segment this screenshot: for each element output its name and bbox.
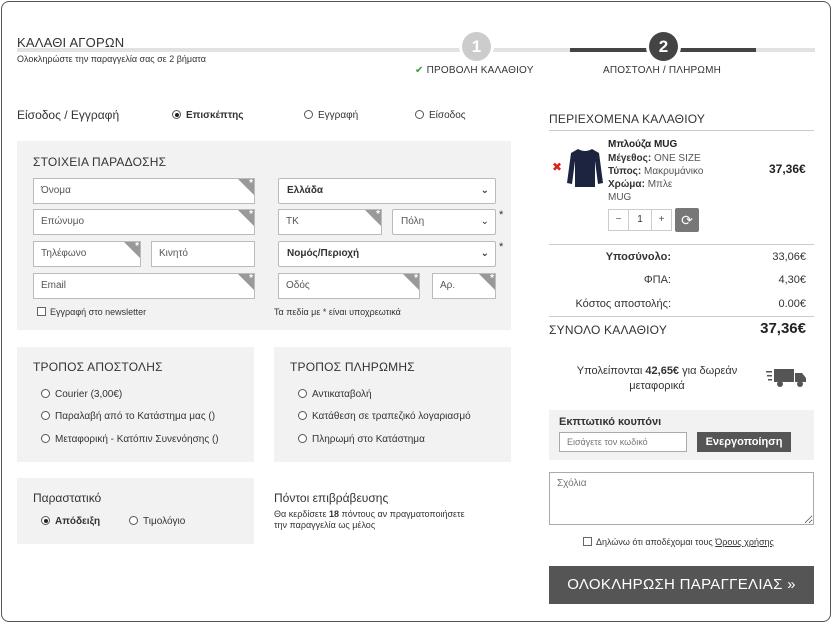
checkbox-icon	[37, 307, 46, 316]
country-select[interactable]: Ελλάδα ⌄	[278, 178, 496, 204]
radio-icon	[415, 110, 424, 119]
step-2-circle: 2	[649, 32, 678, 61]
page-subtitle: Ολοκληρώστε την παραγγελία σας σε 2 βήμα…	[17, 54, 206, 64]
delivery-truck-icon	[766, 369, 806, 387]
checkbox-icon	[583, 537, 592, 546]
check-icon: ✔	[415, 65, 424, 76]
shipping-option-pickup[interactable]: Παραλαβή από το Κατάστημα μας ()	[41, 411, 215, 422]
payment-title: ΤΡΟΠΟΣ ΠΛΗΡΩΜΗΣ	[290, 360, 415, 374]
newsletter-checkbox[interactable]: Εγγραφή στο newsletter	[37, 307, 146, 317]
remove-item-icon[interactable]: ✖	[552, 160, 562, 174]
terms-checkbox[interactable]: Δηλώνω ότι αποδέχομαι τους Όρους χρήσης	[583, 537, 774, 547]
payment-panel: ΤΡΟΠΟΣ ΠΛΗΡΩΜΗΣ Αντικαταβολή Κατάθεση σε…	[274, 347, 511, 462]
cart-total-value: 37,36€	[760, 320, 806, 337]
payment-option-store[interactable]: Πληρωμή στο Κατάστημα	[298, 434, 425, 445]
rewards-title: Πόντοι επιβράβευσης	[274, 491, 389, 505]
coupon-input[interactable]: Εισάγετε τον κωδικό	[559, 432, 687, 452]
radio-guest[interactable]: Επισκέπτης	[172, 110, 243, 121]
refresh-cart-icon[interactable]: ⟳	[675, 208, 699, 232]
step-1-circle[interactable]: 1	[462, 32, 491, 61]
step-2-label: ΑΠΟΣΤΟΛΗ / ΠΛΗΡΩΜΗ	[603, 65, 722, 76]
last-name-input[interactable]: Επώνυμο *	[33, 209, 255, 235]
cart-total-label: ΣΥΝΟΛΟ ΚΑΛΑΘΙΟΥ	[549, 323, 668, 337]
quantity-decrease-button[interactable]: −	[608, 209, 629, 231]
vat-value: 4,30€	[778, 274, 806, 286]
rewards-text: Θα κερδίσετε 18 πόντους αν πραγματοποιήσ…	[274, 509, 465, 530]
activate-coupon-button[interactable]: Ενεργοποίηση	[697, 432, 791, 452]
mobile-input[interactable]: Κινητό	[151, 241, 255, 267]
radio-icon	[304, 110, 313, 119]
invoice-panel: Παραστατικό Απόδειξη Τιμολόγιο	[17, 478, 254, 544]
shipping-option-courier[interactable]: Courier (3,00€)	[41, 389, 122, 400]
account-label: Είσοδος / Εγγραφή	[17, 108, 120, 122]
shipping-option-freight[interactable]: Μεταφορική - Κατόπιν Συνενόησης ()	[41, 434, 219, 445]
required-marker: *	[499, 209, 504, 221]
coupon-panel: Εκπτωτικό κουπόνι Εισάγετε τον κωδικό Εν…	[549, 410, 814, 460]
coupon-title: Εκπτωτικό κουπόνι	[559, 416, 662, 428]
step-1-label[interactable]: ✔ ΠΡΟΒΟΛΗ ΚΑΛΑΘΙΟΥ	[415, 65, 534, 76]
complete-order-button[interactable]: ΟΛΟΚΛΗΡΩΣΗ ΠΑΡΑΓΓΕΛΙΑΣ »	[549, 566, 814, 604]
delivery-title: ΣΤΟΙΧΕΙΑ ΠΑΡΑΔΟΣΗΣ	[33, 155, 167, 169]
subtotal-label: Υποσύνολο:	[605, 251, 671, 263]
radio-register[interactable]: Εγγραφή	[304, 110, 358, 121]
vat-label: ΦΠΑ:	[643, 274, 671, 286]
radio-icon	[298, 389, 307, 398]
radio-login[interactable]: Είσοδος	[415, 110, 466, 121]
radio-icon	[129, 516, 138, 525]
product-price: 37,36€	[769, 162, 806, 176]
radio-icon	[41, 434, 50, 443]
chevron-down-icon: ⌄	[480, 216, 489, 227]
street-number-input[interactable]: Αρ. *	[432, 273, 496, 299]
invoice-option-receipt[interactable]: Απόδειξη	[41, 516, 100, 527]
invoice-title: Παραστατικό	[33, 491, 102, 505]
radio-icon	[172, 110, 181, 119]
quantity-input[interactable]: 1	[628, 209, 652, 231]
shipping-cost-value: 0.00€	[778, 298, 806, 310]
city-select[interactable]: Πόλη ⌄	[392, 209, 496, 235]
payment-option-cod[interactable]: Αντικαταβολή	[298, 389, 372, 400]
free-shipping-note: Υπολείπονται 42,65€ για δωρεάν μεταφορικ…	[576, 365, 738, 392]
region-select[interactable]: Νομός/Περιοχή ⌄	[278, 241, 496, 267]
product-name[interactable]: Μπλούζα MUG	[608, 139, 677, 150]
divider	[549, 316, 814, 317]
shipping-panel: ΤΡΟΠΟΣ ΑΠΟΣΤΟΛΗΣ Courier (3,00€) Παραλαβ…	[17, 347, 254, 462]
phone-input[interactable]: Τηλέφωνο *	[33, 241, 141, 267]
radio-icon	[41, 516, 50, 525]
divider	[549, 244, 814, 245]
checkout-frame: ΚΑΛΑΘΙ ΑΓΟΡΩΝ Ολοκληρώστε την παραγγελία…	[1, 1, 831, 622]
shipping-title: ΤΡΟΠΟΣ ΑΠΟΣΤΟΛΗΣ	[33, 360, 163, 374]
shipping-cost-label: Κόστος αποστολής:	[575, 298, 671, 310]
first-name-input[interactable]: Όνομα *	[33, 178, 255, 204]
invoice-option-invoice[interactable]: Τιμολόγιο	[129, 516, 185, 527]
product-thumbnail[interactable]	[565, 147, 605, 189]
payment-option-bank[interactable]: Κατάθεση σε τραπεζικό λογαριασμό	[298, 411, 471, 422]
chevron-down-icon: ⌄	[480, 185, 489, 196]
zip-input[interactable]: ΤΚ *	[278, 209, 382, 235]
radio-icon	[298, 434, 307, 443]
required-note: Τα πεδία με * είναι υποχρεωτικά	[274, 307, 401, 317]
radio-icon	[298, 411, 307, 420]
terms-link[interactable]: Όρους χρήσης	[715, 537, 774, 547]
chevron-down-icon: ⌄	[480, 248, 489, 259]
product-attributes: Μέγεθος: ONE SIZE Τύπος: Μακρυμάνικο Χρώ…	[608, 153, 704, 203]
email-input[interactable]: Email *	[33, 273, 255, 299]
subtotal-value: 33,06€	[772, 251, 806, 263]
required-marker: *	[499, 241, 504, 253]
street-input[interactable]: Οδός *	[278, 273, 420, 299]
quantity-increase-button[interactable]: +	[651, 209, 672, 231]
delivery-panel: ΣΤΟΙΧΕΙΑ ΠΑΡΑΔΟΣΗΣ Όνομα * Επώνυμο * Τηλέφ…	[17, 141, 511, 330]
cart-title: ΠΕΡΙΕΧΟΜΕΝΑ ΚΑΛΑΘΙΟΥ	[549, 112, 706, 126]
divider	[549, 130, 814, 131]
radio-icon	[41, 389, 50, 398]
radio-icon	[41, 411, 50, 420]
comments-textarea[interactable]	[549, 472, 814, 525]
